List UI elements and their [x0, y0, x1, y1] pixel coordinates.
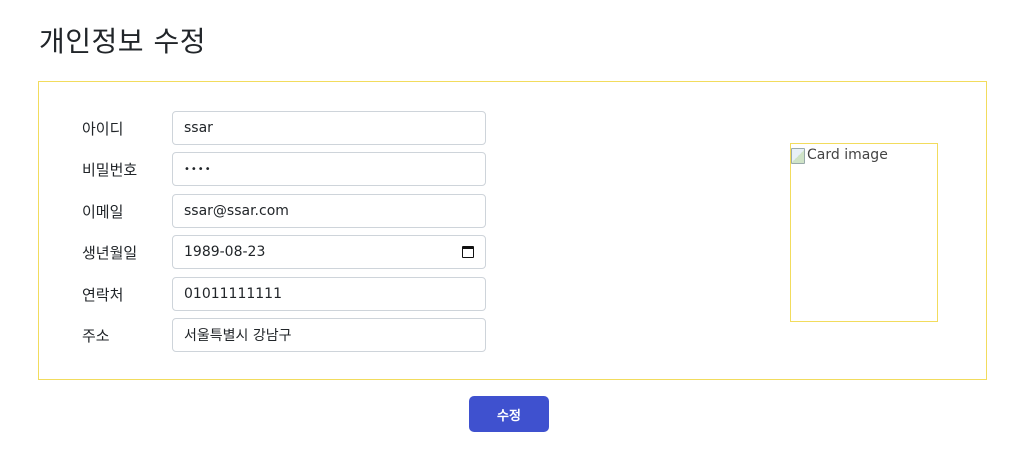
profile-image-alt: Card image	[807, 147, 888, 163]
email-label: 이메일	[82, 202, 124, 221]
birthdate-label: 생년월일	[82, 243, 138, 262]
password-input[interactable]: ••••	[172, 152, 486, 186]
form-row-email: 이메일 ssar@ssar.com	[82, 194, 492, 228]
form-row-birthdate: 생년월일 1989-08-23	[82, 235, 492, 269]
username-input[interactable]: ssar	[172, 111, 486, 145]
phone-label: 연락처	[82, 285, 124, 304]
form-row-phone: 연락처 01011111111	[82, 277, 492, 311]
password-label: 비밀번호	[82, 160, 138, 179]
email-input[interactable]: ssar@ssar.com	[172, 194, 486, 228]
form-row-address: 주소 서울특별시 강남구	[82, 318, 492, 352]
page-title: 개인정보 수정	[39, 25, 206, 58]
phone-value: 01011111111	[184, 286, 282, 302]
calendar-icon[interactable]	[462, 246, 474, 258]
submit-button[interactable]: 수정	[469, 396, 549, 432]
username-value: ssar	[184, 120, 213, 136]
broken-image-icon	[791, 148, 805, 164]
form-row-username: 아이디 ssar	[82, 111, 492, 145]
phone-input[interactable]: 01011111111	[172, 277, 486, 311]
email-value: ssar@ssar.com	[184, 203, 289, 219]
password-value: ••••	[184, 163, 212, 175]
birthdate-value: 1989-08-23	[184, 244, 266, 260]
profile-form-card: 아이디 ssar 비밀번호 •••• 이메일 ssar@ssar.com 생년월…	[38, 81, 987, 380]
form-row-password: 비밀번호 ••••	[82, 152, 492, 186]
address-value: 서울특별시 강남구	[184, 328, 292, 344]
address-label: 주소	[82, 326, 110, 345]
profile-image[interactable]: Card image	[790, 143, 938, 322]
birthdate-input[interactable]: 1989-08-23	[172, 235, 486, 269]
address-input[interactable]: 서울특별시 강남구	[172, 318, 486, 352]
username-label: 아이디	[82, 119, 124, 138]
